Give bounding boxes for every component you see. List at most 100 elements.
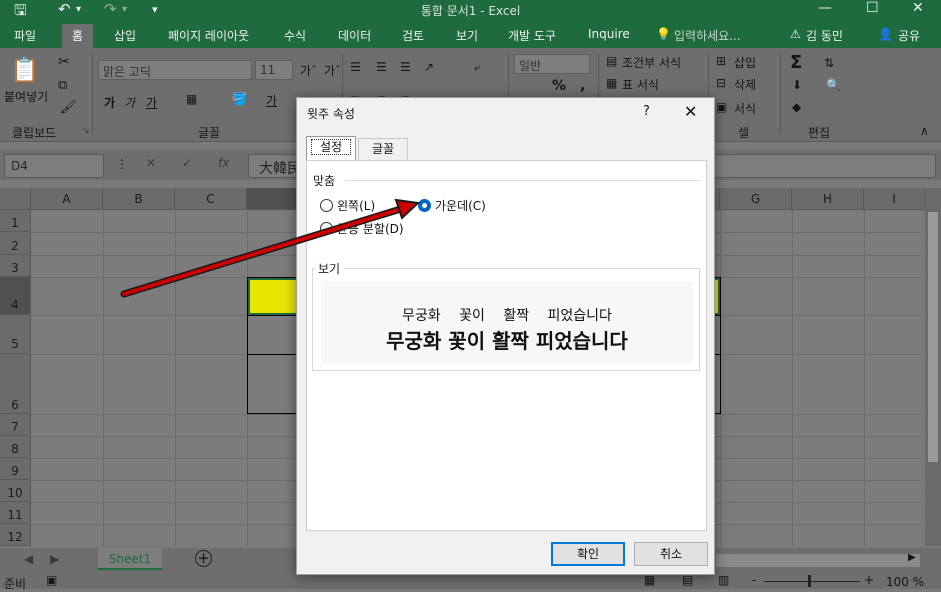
font-size-box[interactable]: 11: [255, 60, 293, 80]
horizontal-scrollbar[interactable]: [716, 554, 920, 567]
autosum-icon[interactable]: Σ: [790, 52, 802, 73]
tab-settings[interactable]: 설정: [306, 136, 356, 161]
maximize-icon[interactable]: ☐: [866, 0, 879, 16]
radio-left[interactable]: 왼쪽(L): [320, 197, 375, 214]
tab-view[interactable]: 보기: [456, 27, 478, 44]
share-button[interactable]: 공유: [898, 27, 920, 44]
zoom-slider-thumb[interactable]: [808, 575, 811, 587]
row-header-8[interactable]: 8: [0, 436, 31, 458]
ok-button[interactable]: 확인: [551, 542, 625, 566]
macro-record-icon[interactable]: ▣: [46, 573, 57, 587]
insert-cells-button[interactable]: 삽입: [734, 54, 756, 71]
font-name-box[interactable]: 맑은 고딕: [98, 60, 252, 80]
tab-inquire[interactable]: Inquire: [588, 27, 630, 41]
tab-page-layout[interactable]: 페이지 레이아웃: [168, 27, 249, 44]
column-header-g[interactable]: G: [720, 188, 792, 210]
wrap-text-icon[interactable]: ⤶: [474, 60, 481, 75]
new-sheet-button[interactable]: +: [195, 550, 212, 567]
minimize-icon[interactable]: —: [818, 0, 832, 16]
paste-button[interactable]: 붙여넣기: [4, 88, 48, 105]
tab-font[interactable]: 글꼴: [358, 138, 408, 160]
vertical-scrollbar[interactable]: [925, 188, 941, 546]
cut-icon[interactable]: ✂: [58, 54, 70, 70]
find-icon[interactable]: 🔍: [826, 78, 841, 92]
dialog-launcher-icon[interactable]: ↘: [82, 126, 90, 136]
cancel-button[interactable]: 취소: [634, 542, 708, 566]
zoom-slider[interactable]: [764, 581, 860, 582]
number-format-box[interactable]: 일반: [514, 54, 590, 74]
tab-home[interactable]: 홈: [62, 24, 94, 50]
column-header-c[interactable]: C: [175, 188, 247, 210]
insert-cells-icon[interactable]: ⊞: [716, 54, 726, 68]
radio-distributed[interactable]: 균등 분할(D): [320, 220, 404, 237]
row-header-3[interactable]: 3: [0, 255, 31, 277]
zoom-in-button[interactable]: +: [864, 573, 874, 587]
row-header-12[interactable]: 12: [0, 524, 31, 546]
tell-me-input[interactable]: 입력하세요...: [674, 27, 741, 44]
tab-insert[interactable]: 삽입: [114, 27, 136, 44]
scroll-thumb[interactable]: [928, 212, 938, 462]
scroll-right-icon[interactable]: ▶: [908, 552, 916, 563]
shrink-font-icon[interactable]: 가ˇ: [324, 62, 341, 79]
format-cells-icon[interactable]: ▣: [716, 100, 727, 114]
bottom-align-icon[interactable]: ☰: [400, 60, 411, 74]
more-options-icon[interactable]: ⋮: [116, 157, 128, 171]
tab-review[interactable]: 검토: [402, 27, 424, 44]
normal-view-icon[interactable]: ▦: [644, 573, 655, 587]
radio-distributed-circle[interactable]: [320, 222, 333, 235]
conditional-format-icon[interactable]: ▤: [606, 54, 617, 68]
radio-center[interactable]: 가운데(C): [418, 197, 486, 214]
borders-icon[interactable]: ▦: [186, 92, 197, 106]
select-all-corner[interactable]: [0, 188, 31, 210]
delete-cells-button[interactable]: 삭제: [734, 76, 756, 93]
grow-font-icon[interactable]: 가ˆ: [300, 62, 317, 79]
percent-button[interactable]: %: [552, 78, 566, 94]
row-header-9[interactable]: 9: [0, 458, 31, 480]
column-header-b[interactable]: B: [103, 188, 175, 210]
fill-color-icon[interactable]: 🪣: [232, 92, 247, 106]
paste-icon[interactable]: 📋: [10, 56, 40, 84]
confirm-entry-icon[interactable]: ✓: [182, 156, 192, 170]
conditional-format-button[interactable]: 조건부 서식: [622, 54, 681, 71]
top-align-icon[interactable]: ☰: [350, 60, 361, 74]
row-header-6[interactable]: 6: [0, 354, 31, 414]
clear-icon[interactable]: ◆: [792, 100, 801, 114]
format-cells-button[interactable]: 서식: [734, 100, 756, 117]
page-break-view-icon[interactable]: ▥: [718, 573, 729, 587]
delete-cells-icon[interactable]: ⊟: [716, 76, 726, 90]
row-header-11[interactable]: 11: [0, 502, 31, 524]
row-header-1[interactable]: 1: [0, 210, 31, 232]
row-header-4[interactable]: 4: [0, 277, 31, 315]
collapse-ribbon-icon[interactable]: ∧: [920, 124, 929, 138]
radio-center-circle[interactable]: [418, 199, 431, 212]
help-button[interactable]: ?: [643, 104, 650, 119]
user-name[interactable]: 김 동민: [806, 27, 843, 44]
radio-left-circle[interactable]: [320, 199, 333, 212]
fill-icon[interactable]: ⬇: [792, 78, 802, 92]
format-painter-icon[interactable]: 🖌: [60, 100, 77, 115]
italic-icon[interactable]: 가: [124, 94, 135, 111]
column-header-a[interactable]: A: [31, 188, 103, 210]
tab-formulas[interactable]: 수식: [284, 27, 306, 44]
row-header-2[interactable]: 2: [0, 232, 31, 255]
close-icon[interactable]: ✕: [684, 102, 697, 121]
tab-developer[interactable]: 개발 도구: [508, 27, 556, 44]
table-format-icon[interactable]: ▦: [606, 76, 617, 90]
cancel-entry-icon[interactable]: ✕: [146, 156, 156, 170]
row-header-10[interactable]: 10: [0, 480, 31, 502]
column-header-h[interactable]: H: [792, 188, 864, 210]
row-header-7[interactable]: 7: [0, 414, 31, 436]
insert-function-icon[interactable]: fx: [218, 156, 229, 170]
zoom-level[interactable]: 100 %: [886, 575, 924, 589]
row-header-5[interactable]: 5: [0, 315, 31, 354]
underline-icon[interactable]: 가: [146, 94, 157, 111]
scroll-sheets-right-icon[interactable]: ▶: [50, 552, 59, 566]
bold-icon[interactable]: 가: [104, 94, 115, 111]
orientation-icon[interactable]: ↗: [424, 60, 434, 74]
scroll-sheets-left-icon[interactable]: ◀: [24, 552, 33, 566]
page-layout-view-icon[interactable]: ▤: [682, 573, 693, 587]
sheet-tab-sheet1[interactable]: Sheet1: [98, 548, 162, 570]
font-color-icon[interactable]: 가: [266, 92, 277, 109]
column-header-i[interactable]: I: [864, 188, 925, 210]
table-format-button[interactable]: 표 서식: [622, 76, 659, 93]
